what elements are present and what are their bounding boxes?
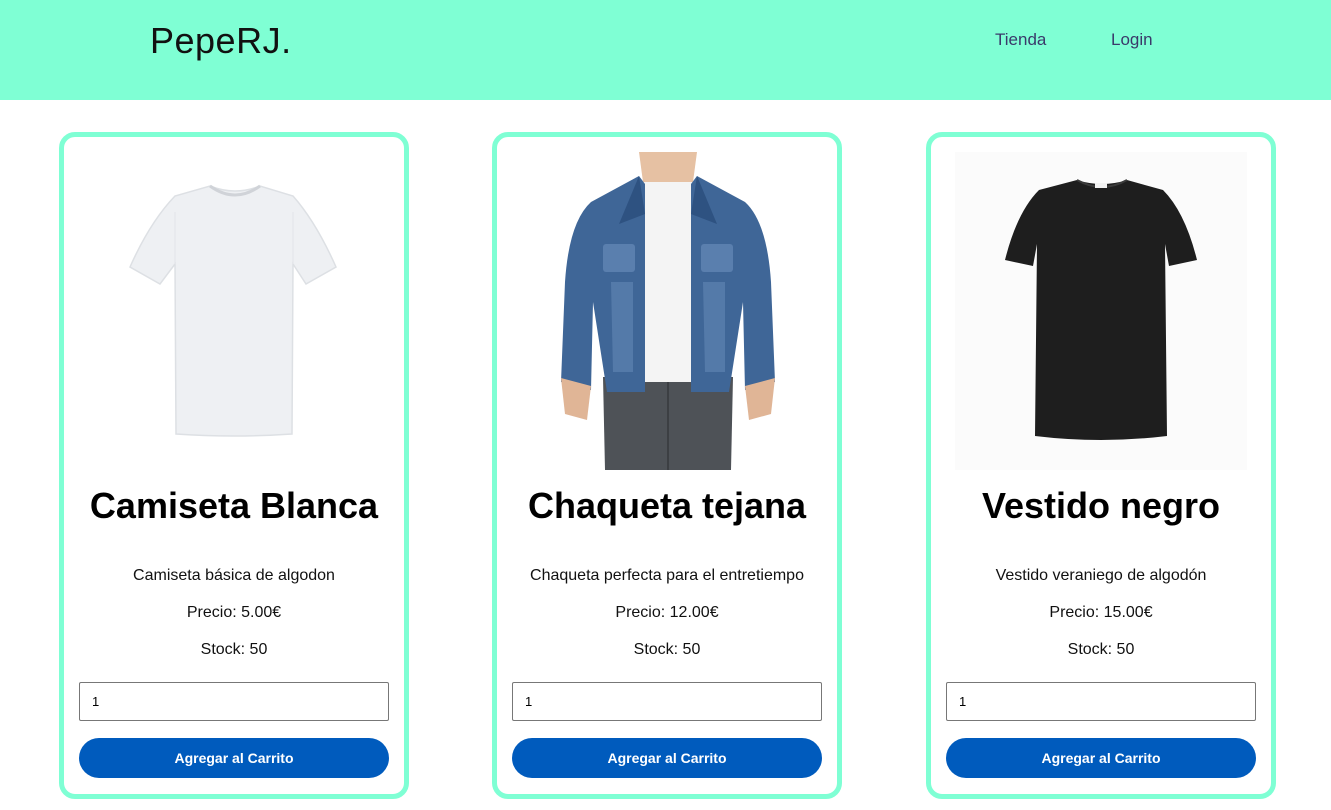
brand-logo[interactable]: PepeRJ. (150, 20, 292, 62)
product-description: Vestido veraniego de algodón (995, 567, 1207, 584)
add-to-cart-button[interactable]: Agregar al Carrito (512, 738, 822, 778)
product-card: Camiseta Blanca Camiseta básica de algod… (59, 132, 409, 799)
product-title: Camiseta Blanca (89, 485, 379, 526)
product-price: Precio: 12.00€ (615, 604, 719, 621)
product-stock: Stock: 50 (633, 641, 701, 658)
product-description: Chaqueta perfecta para el entretiempo (530, 567, 804, 584)
quantity-input[interactable] (946, 682, 1256, 721)
product-title: Vestido negro (981, 485, 1221, 526)
product-title: Chaqueta tejana (527, 485, 807, 526)
product-stock: Stock: 50 (200, 641, 268, 658)
product-card: Vestido negro Vestido veraniego de algod… (926, 132, 1276, 799)
product-description: Camiseta básica de algodon (133, 567, 335, 584)
quantity-input[interactable] (512, 682, 822, 721)
add-to-cart-button[interactable]: Agregar al Carrito (946, 738, 1256, 778)
nav-link-tienda[interactable]: Tienda (995, 30, 1046, 50)
quantity-input[interactable] (79, 682, 389, 721)
nav-link-login[interactable]: Login (1111, 30, 1153, 50)
navbar: PepeRJ. Tienda Login (0, 0, 1331, 100)
product-price: Precio: 5.00€ (186, 604, 282, 621)
product-card: Chaqueta tejana Chaqueta perfecta para e… (492, 132, 842, 799)
product-stock: Stock: 50 (1067, 641, 1135, 658)
black-dress-image (955, 152, 1247, 470)
add-to-cart-button[interactable]: Agregar al Carrito (79, 738, 389, 778)
white-tshirt-image (88, 152, 380, 470)
product-price: Precio: 15.00€ (1049, 604, 1153, 621)
denim-jacket-image (521, 152, 813, 470)
